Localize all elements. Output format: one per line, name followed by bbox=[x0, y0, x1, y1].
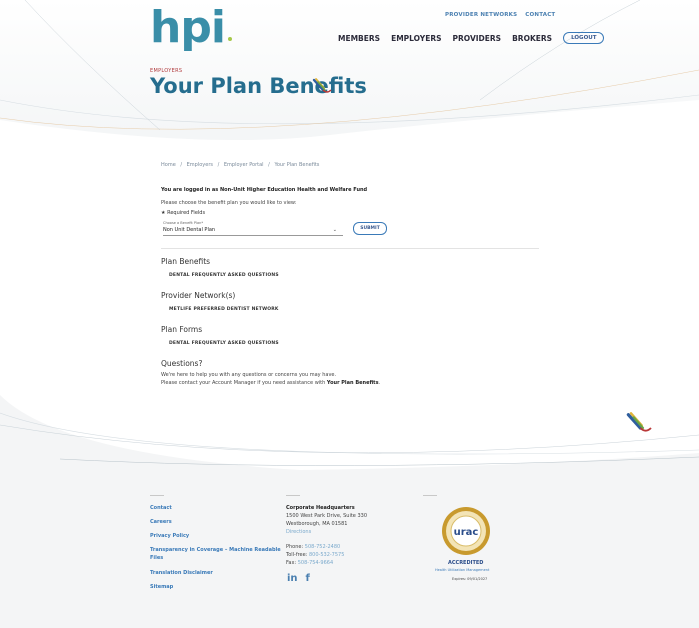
social-links: in f bbox=[287, 573, 310, 584]
breadcrumb-separator: / bbox=[217, 162, 220, 168]
breadcrumb: Home / Employers / Employer Portal / You… bbox=[161, 162, 322, 168]
urac-text: urac bbox=[454, 527, 479, 538]
divider bbox=[161, 248, 539, 249]
footer-link-translation[interactable]: Translation Disclaimer bbox=[150, 570, 213, 576]
footer-link-transparency[interactable]: Transparency in Coverage – Machine Reada… bbox=[150, 547, 281, 553]
logout-button[interactable]: LOGOUT bbox=[563, 32, 605, 44]
footer-link-sitemap[interactable]: Sitemap bbox=[150, 584, 173, 590]
utility-nav: PROVIDER NETWORKS CONTACT bbox=[445, 12, 555, 18]
footer-link-transparency-files[interactable]: Files bbox=[150, 555, 163, 561]
footer-link-contact[interactable]: Contact bbox=[150, 505, 172, 511]
hq-tollfree: Toll-free: 800-532-7575 bbox=[286, 552, 344, 558]
nav-members[interactable]: MEMBERS bbox=[338, 34, 380, 43]
phone-link[interactable]: 508-752-2480 bbox=[305, 544, 340, 550]
accreditation-expiry: Expires: 09/01/2027 bbox=[452, 577, 488, 581]
nav-brokers[interactable]: BROKERS bbox=[512, 34, 552, 43]
nav-providers[interactable]: PROVIDERS bbox=[453, 34, 502, 43]
tollfree-link[interactable]: 800-532-7575 bbox=[309, 552, 344, 558]
footer-link-privacy[interactable]: Privacy Policy bbox=[150, 533, 189, 539]
submit-button[interactable]: SUBMIT bbox=[353, 222, 387, 235]
directions-link[interactable]: Directions bbox=[286, 529, 311, 535]
provider-network-link[interactable]: METLIFE PREFERRED DENTIST NETWORK bbox=[169, 307, 279, 312]
breadcrumb-current: Your Plan Benefits bbox=[274, 162, 320, 168]
questions-heading: Questions? bbox=[161, 359, 203, 368]
phone-label: Phone: bbox=[286, 544, 305, 550]
hpi-logo[interactable]: hpi bbox=[150, 2, 226, 53]
tollfree-label: Toll-free: bbox=[286, 552, 309, 558]
fax-number: 508-754-9664 bbox=[297, 560, 334, 566]
page: hpi PROVIDER NETWORKS CONTACT MEMBERS EM… bbox=[0, 0, 699, 628]
footer-decorative-curves bbox=[0, 395, 699, 485]
accredited-subtext: Health Utilization Management bbox=[435, 568, 490, 572]
breadcrumb-separator: / bbox=[268, 162, 270, 168]
chevron-down-icon: ⌄ bbox=[332, 227, 337, 233]
hq-address-line2: Westborough, MA 01581 bbox=[286, 521, 348, 527]
questions-contact-text: Please contact your Account Manager if y… bbox=[161, 380, 380, 386]
questions-contact-pre: Please contact your Account Manager if y… bbox=[161, 380, 327, 386]
footer-link-careers[interactable]: Careers bbox=[150, 519, 172, 525]
questions-contact-bold: Your Plan Benefits bbox=[326, 380, 379, 386]
contact-link[interactable]: CONTACT bbox=[525, 12, 555, 18]
hq-phone: Phone: 508-752-2480 bbox=[286, 544, 340, 550]
facebook-icon[interactable]: f bbox=[306, 573, 310, 584]
footer-rule bbox=[286, 495, 300, 496]
provider-networks-link[interactable]: PROVIDER NETWORKS bbox=[445, 12, 517, 18]
breadcrumb-employers[interactable]: Employers bbox=[187, 162, 213, 168]
footer-rule bbox=[150, 495, 164, 496]
choose-plan-text: Please choose the benefit plan you would… bbox=[161, 200, 297, 206]
page-title: Your Plan Benefits bbox=[150, 74, 367, 98]
login-note: You are logged in as Non-Unit Higher Edu… bbox=[161, 187, 368, 193]
breadcrumb-home[interactable]: Home bbox=[161, 162, 176, 168]
provider-networks-heading: Provider Network(s) bbox=[161, 291, 236, 300]
urac-badge-icon: urac bbox=[442, 507, 490, 555]
site-header: hpi PROVIDER NETWORKS CONTACT MEMBERS EM… bbox=[0, 0, 699, 150]
main-nav: MEMBERS EMPLOYERS PROVIDERS BROKERS LOGO… bbox=[338, 32, 605, 44]
footer-rule bbox=[423, 495, 437, 496]
footer bbox=[0, 470, 699, 628]
questions-text: We're here to help you with any question… bbox=[161, 372, 337, 378]
hq-title: Corporate Headquarters bbox=[286, 505, 355, 511]
linkedin-icon[interactable]: in bbox=[287, 573, 298, 584]
questions-contact-post: . bbox=[378, 380, 381, 386]
breadcrumb-separator: / bbox=[180, 162, 183, 168]
dragonfly-icon bbox=[312, 78, 332, 93]
plan-forms-link[interactable]: DENTAL FREQUENTLY ASKED QUESTIONS bbox=[169, 341, 279, 346]
hq-address-line1: 1500 West Park Drive, Suite 330 bbox=[286, 513, 368, 519]
accredited-text: ACCREDITED bbox=[448, 560, 484, 566]
plan-forms-heading: Plan Forms bbox=[161, 325, 203, 334]
select-label: Choose a Benefit Plan* bbox=[163, 221, 204, 225]
fax-label: Fax: bbox=[286, 560, 298, 566]
select-value: Non Unit Dental Plan bbox=[163, 227, 216, 233]
hq-fax: Fax: 508-754-9664 bbox=[286, 560, 333, 566]
logo-dot bbox=[228, 37, 232, 41]
breadcrumb-employer-portal[interactable]: Employer Portal bbox=[224, 162, 264, 168]
nav-employers[interactable]: EMPLOYERS bbox=[391, 34, 441, 43]
plan-benefits-heading: Plan Benefits bbox=[161, 257, 211, 266]
plan-benefits-link[interactable]: DENTAL FREQUENTLY ASKED QUESTIONS bbox=[169, 273, 279, 278]
dragonfly-icon bbox=[626, 412, 652, 432]
required-fields-note: ★ Required Fields bbox=[161, 210, 206, 216]
benefit-plan-select[interactable]: Choose a Benefit Plan* Non Unit Dental P… bbox=[163, 221, 343, 236]
